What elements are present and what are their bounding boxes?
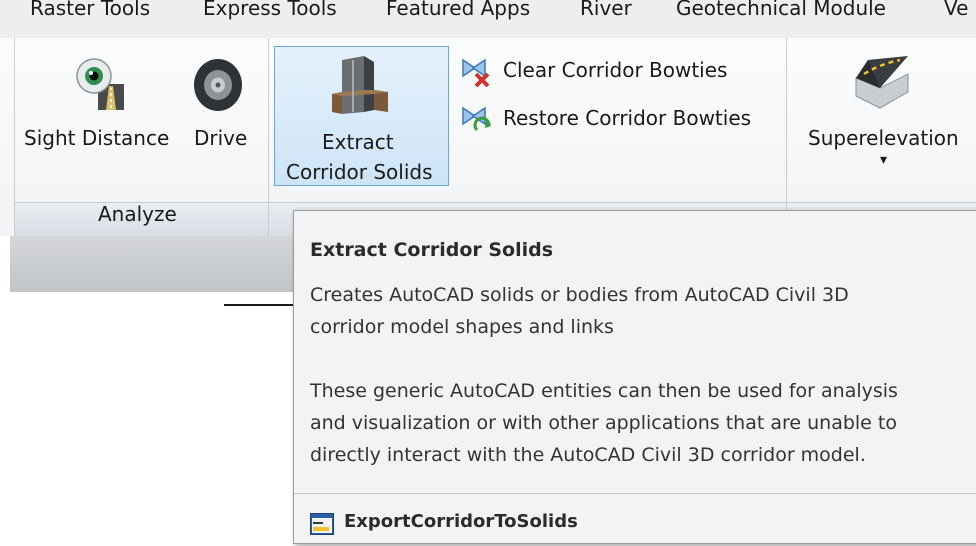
extract-corridor-solids-tooltip: Extract Corridor Solids Creates AutoCAD … [293,210,976,544]
tooltip-detail-line: directly interact with the AutoCAD Civil… [310,444,866,466]
drawing-line [224,304,304,306]
eye-road-icon[interactable] [70,54,128,114]
command-line-icon [310,513,334,535]
extract-label-line1[interactable]: Extract [322,130,394,154]
tab-river[interactable]: River [580,0,632,20]
tooltip-command-name: ExportCorridorToSolids [344,511,578,532]
tooltip-description-line: corridor model shapes and links [310,316,614,338]
superelevation-dropdown-arrow[interactable]: ▾ [880,152,887,168]
superelevation-road-icon[interactable] [850,52,912,114]
superelevation-label[interactable]: Superelevation [808,126,959,150]
clear-bowtie-icon[interactable] [460,56,492,88]
tooltip-description-line: Creates AutoCAD solids or bodies from Au… [310,284,849,306]
clear-bowties-label[interactable]: Clear Corridor Bowties [503,58,727,82]
tooltip-separator [294,493,976,494]
extract-label-line2[interactable]: Corridor Solids [286,160,433,184]
ribbon-tab-strip: Raster Tools Express Tools Featured Apps… [0,0,976,39]
tab-geotechnical-module[interactable]: Geotechnical Module [676,0,886,20]
analyze-panel-title: Analyze [98,202,177,226]
tooltip-title: Extract Corridor Solids [310,239,554,261]
left-edge [0,236,10,292]
drive-label[interactable]: Drive [194,126,247,150]
tire-icon[interactable] [190,54,246,114]
restore-bowties-label[interactable]: Restore Corridor Bowties [503,106,751,130]
tab-raster-tools[interactable]: Raster Tools [30,0,150,20]
tooltip-detail-line: These generic AutoCAD entities can then … [310,380,898,402]
tab-partial[interactable]: Ve [944,0,968,20]
tooltip-detail-line: and visualization or with other applicat… [310,412,897,434]
corridor-solid-icon[interactable] [330,54,390,116]
restore-bowtie-icon[interactable] [460,104,492,136]
sight-distance-label[interactable]: Sight Distance [24,126,169,150]
tab-express-tools[interactable]: Express Tools [203,0,337,20]
tab-featured-apps[interactable]: Featured Apps [386,0,530,20]
